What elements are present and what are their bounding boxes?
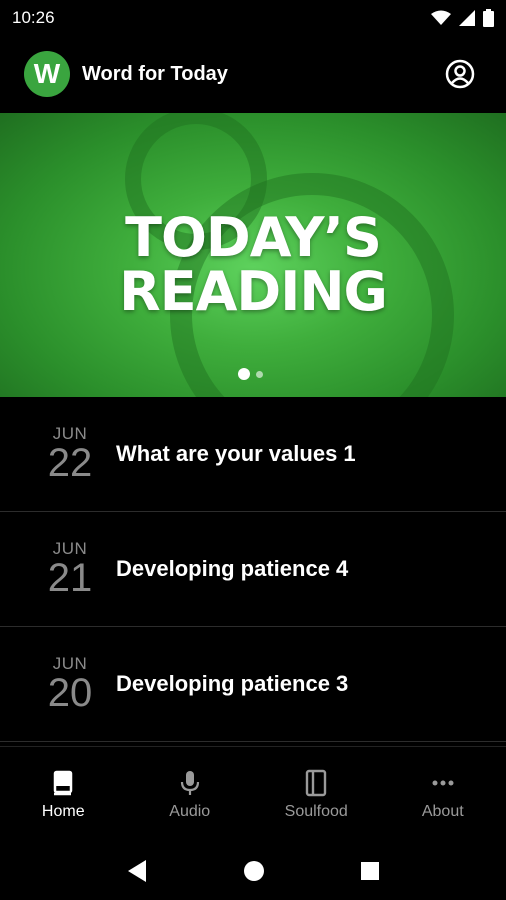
nav-audio-label: Audio [169,803,211,820]
signal-icon [459,10,475,26]
recents-icon[interactable] [360,861,380,881]
nav-home-label: Home [41,803,85,820]
banner-title-line2: READING [119,260,388,323]
nav-audio[interactable]: Audio [127,747,254,842]
featured-banner[interactable]: TODAY’S READING [0,113,506,397]
reading-item[interactable]: JUN 20 Developing patience 3 [0,627,506,742]
wifi-icon [431,10,451,25]
battery-icon [483,9,494,27]
book-icon [54,770,73,796]
bottom-navigation: Home Audio Soulfood About [0,746,506,842]
reading-day: 21 [47,556,93,600]
microphone-icon [180,771,199,795]
reading-date: JUN 22 [30,425,110,485]
app-title: Word for Today [82,62,228,85]
reading-day: 20 [47,671,93,715]
banner-title: TODAY’S READING [0,211,506,319]
notebook-icon [306,769,327,797]
more-horizontal-icon [432,780,454,786]
reading-date: JUN 20 [30,655,110,715]
reading-day: 22 [47,441,93,485]
nav-about[interactable]: About [380,747,506,842]
nav-soulfood-label: Soulfood [284,803,348,820]
status-bar: 10:26 [0,0,506,36]
banner-title-line1: TODAY’S [125,206,382,269]
status-time: 10:26 [12,8,55,27]
reading-date: JUN 21 [30,540,110,600]
reading-title: What are your values 1 [116,441,356,466]
nav-about-label: About [421,803,464,820]
reading-item[interactable]: JUN 21 Developing patience 4 [0,512,506,627]
reading-list: JUN 22 What are your values 1 JUN 21 Dev… [0,397,506,742]
carousel-dot [256,370,263,378]
account-icon[interactable] [444,58,476,90]
status-icons [431,9,494,27]
carousel-dot-active [238,368,250,380]
reading-title: Developing patience 3 [116,671,349,696]
carousel-indicator [238,368,263,380]
app-logo: W [24,51,70,97]
app-bar: W Word for Today [0,36,506,112]
nav-home[interactable]: Home [0,747,127,842]
reading-title: Developing patience 4 [116,556,349,581]
back-icon[interactable] [126,859,148,883]
reading-item[interactable]: JUN 22 What are your values 1 [0,397,506,512]
home-icon[interactable] [243,860,265,882]
nav-soulfood[interactable]: Soulfood [253,747,380,842]
system-navigation [0,841,506,900]
